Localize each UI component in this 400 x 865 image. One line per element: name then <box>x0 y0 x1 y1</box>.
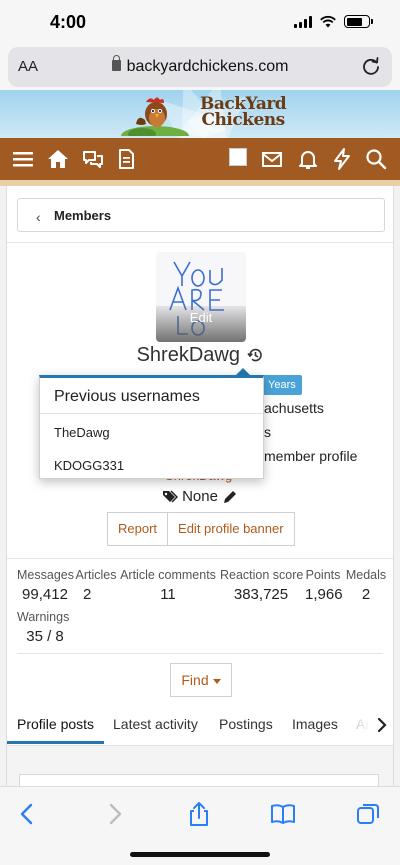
profile-actions: Report Edit profile banner <box>107 512 295 546</box>
popup-title: Previous usernames <box>54 388 200 405</box>
previous-username-item: TheDawg <box>54 425 110 440</box>
stat-articles[interactable]: Articles 2 <box>75 568 117 603</box>
logo-line-2: Chickens <box>201 110 285 130</box>
previous-username-item: KDOGG331 <box>54 458 125 473</box>
divider <box>7 242 393 243</box>
stat-label: Article comments <box>120 568 216 582</box>
username-row: ShrekDawg <box>7 344 393 367</box>
status-bar: 4:00 <box>0 0 400 44</box>
share-icon[interactable] <box>186 801 212 827</box>
stat-points[interactable]: Points 1,966 <box>305 568 343 603</box>
lock-icon <box>111 55 121 71</box>
previous-usernames-popup: Previous usernames TheDawg KDOGG331 <box>39 375 264 479</box>
browser-address-area: AA backyardchickens.com <box>0 44 400 90</box>
tab-postings[interactable]: Postings <box>219 716 273 732</box>
forums-icon[interactable] <box>81 147 105 171</box>
username-history-icon[interactable] <box>247 347 263 363</box>
reload-icon[interactable] <box>360 55 382 77</box>
report-button[interactable]: Report <box>107 512 169 546</box>
profile-avatar[interactable]: Edit <box>156 252 246 342</box>
tags-value: None <box>182 488 218 505</box>
back-arrow-icon[interactable] <box>15 801 41 827</box>
avatar-edit-overlay[interactable]: Edit <box>156 306 246 342</box>
home-indicator <box>130 852 270 857</box>
stat-messages[interactable]: Messages 99,412 <box>17 568 74 603</box>
tab-latest-activity[interactable]: Latest activity <box>113 716 198 732</box>
profile-username: ShrekDawg <box>136 344 240 366</box>
stat-label: Reaction score <box>220 568 304 582</box>
site-banner: BackYard Chickens <box>0 90 400 138</box>
stat-label: Articles <box>75 568 117 582</box>
articles-icon[interactable] <box>114 147 138 171</box>
stat-article-comments[interactable]: Article comments 11 <box>119 568 217 603</box>
battery-icon <box>344 15 373 28</box>
stat-warnings[interactable]: Warnings 35 / 8 <box>17 610 73 645</box>
edit-pencil-icon[interactable] <box>222 489 238 505</box>
location-text: achusetts <box>264 400 324 416</box>
stat-value: 2 <box>361 586 371 603</box>
membership-years-badge: Years <box>262 375 302 395</box>
stat-label: Points <box>305 568 341 582</box>
tab-profile-posts[interactable]: Profile posts <box>7 716 105 744</box>
url-display[interactable]: backyardchickens.com <box>8 55 392 76</box>
caret-down-icon <box>212 678 221 684</box>
home-icon[interactable] <box>46 147 70 171</box>
tags-icon <box>162 490 178 503</box>
forward-arrow-icon[interactable] <box>101 801 127 827</box>
site-logo-text[interactable]: BackYard Chickens <box>200 96 287 130</box>
breadcrumb-members: Members <box>54 208 112 223</box>
edit-profile-banner-button[interactable]: Edit profile banner <box>168 512 295 546</box>
clock: 4:00 <box>50 12 87 32</box>
divider <box>40 413 263 414</box>
stat-label: Messages <box>17 568 74 582</box>
search-icon[interactable] <box>364 147 388 171</box>
divider <box>7 558 393 559</box>
whats-new-bolt-icon[interactable] <box>330 147 354 171</box>
address-bar[interactable]: AA backyardchickens.com <box>8 47 392 87</box>
url-text: backyardchickens.com <box>126 58 289 75</box>
tabs-icon[interactable] <box>355 801 381 827</box>
profile-tabs: Profile posts Latest activity Postings I… <box>7 706 393 746</box>
tabs-fade <box>341 706 371 745</box>
stat-label: Warnings <box>17 610 70 624</box>
stat-value: 99,412 <box>22 586 68 603</box>
chevron-left-icon: ‹ <box>36 209 41 225</box>
tab-images[interactable]: Images <box>292 716 338 732</box>
alerts-bell-icon[interactable] <box>296 147 320 171</box>
find-button[interactable]: Find <box>170 663 232 697</box>
menu-icon[interactable] <box>11 147 35 171</box>
find-label: Find <box>181 672 209 688</box>
stat-medals[interactable]: Medals 2 <box>345 568 387 603</box>
stat-value: 1,966 <box>305 586 343 603</box>
site-nav <box>0 138 400 180</box>
member-profile-content: ‹ Members Edit ShrekDawg Years achusetts… <box>6 186 394 794</box>
status-icons <box>294 15 373 28</box>
wifi-icon <box>320 15 336 28</box>
profile-posts-area <box>7 746 393 794</box>
cellular-signal-icon <box>294 16 312 28</box>
member-profile-text: member profile <box>264 448 358 464</box>
stat-value: 11 <box>160 586 176 603</box>
bookmarks-icon[interactable] <box>270 801 296 827</box>
stat-value: 35 / 8 <box>26 628 64 645</box>
stat-value: 383,725 <box>233 586 289 603</box>
stat-label: Medals <box>345 568 387 582</box>
profile-info-text: s <box>264 424 271 440</box>
divider <box>17 653 383 654</box>
account-avatar[interactable] <box>229 148 247 166</box>
chevron-right-icon[interactable] <box>375 717 389 733</box>
chicken-logo-icon[interactable] <box>120 94 190 136</box>
stat-reaction-score[interactable]: Reaction score 383,725 <box>220 568 304 603</box>
inbox-icon[interactable] <box>260 147 284 171</box>
breadcrumb[interactable]: ‹ Members <box>17 198 385 232</box>
tags-row: None <box>7 488 393 505</box>
stat-value: 2 <box>83 586 92 603</box>
